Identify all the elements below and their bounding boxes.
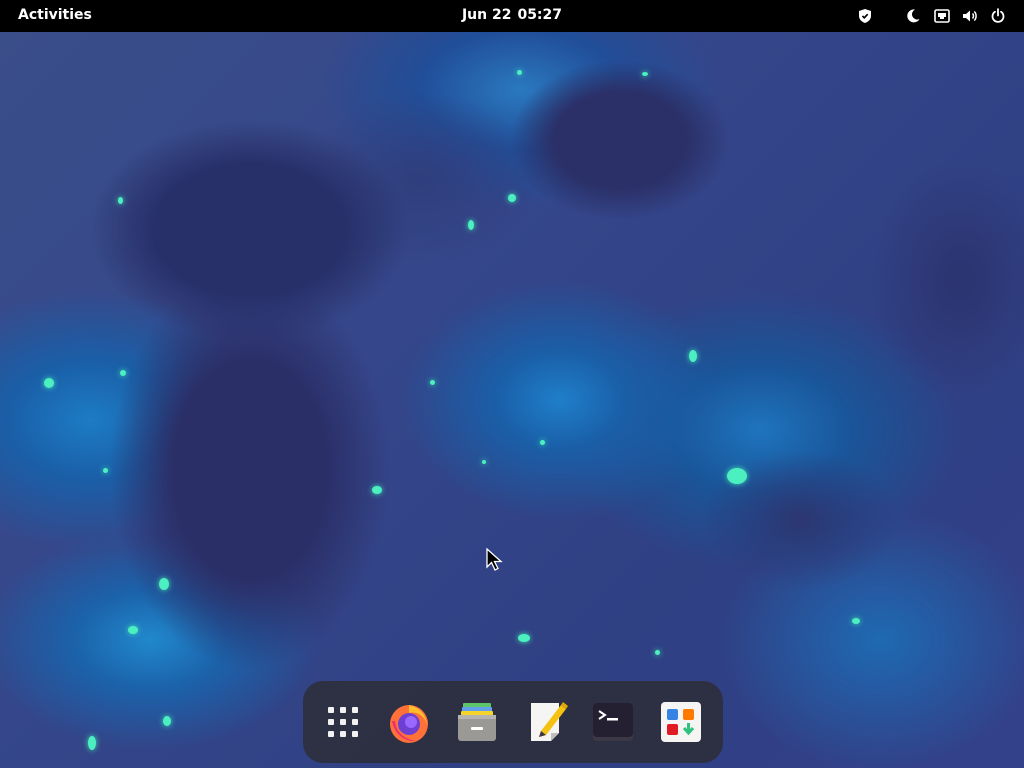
wallpaper-speck xyxy=(852,618,860,624)
text-editor-launcher[interactable] xyxy=(525,699,571,745)
files-launcher[interactable] xyxy=(454,699,500,745)
wallpaper-speck xyxy=(540,440,545,445)
firefox-icon xyxy=(390,705,428,743)
wallpaper-speck xyxy=(372,486,382,494)
wallpaper-speck xyxy=(468,220,474,230)
clock-time: 05:27 xyxy=(517,7,563,23)
wallpaper-speck xyxy=(430,380,435,385)
wallpaper-speck xyxy=(642,72,648,76)
firefox-launcher[interactable] xyxy=(386,699,432,745)
terminal-launcher[interactable] xyxy=(590,699,636,745)
wallpaper-speck xyxy=(120,370,126,376)
wallpaper-speck xyxy=(103,468,108,473)
wallpaper-speck xyxy=(508,194,516,202)
wallpaper-speck xyxy=(727,468,747,484)
file-cabinet-icon xyxy=(458,703,496,741)
wallpaper-speck xyxy=(128,626,138,634)
text-editor-icon xyxy=(531,702,568,741)
clock-date: Jun 22 xyxy=(461,7,512,23)
software-launcher[interactable] xyxy=(658,699,704,745)
desktop-wallpaper xyxy=(0,0,1024,768)
wallpaper-speck xyxy=(44,378,54,388)
wallpaper-speck xyxy=(517,70,522,75)
volume-icon[interactable] xyxy=(962,8,978,24)
dash-dock xyxy=(303,681,723,763)
wallpaper-speck xyxy=(159,578,169,590)
wallpaper-speck xyxy=(88,736,96,750)
show-apps-button[interactable] xyxy=(320,699,366,745)
power-icon[interactable] xyxy=(990,8,1006,24)
wallpaper-speck xyxy=(118,197,123,204)
wallpaper-speck xyxy=(655,650,660,655)
night-mode-icon[interactable] xyxy=(905,8,921,24)
wallpaper-speck xyxy=(518,634,530,642)
privacy-shield-icon[interactable] xyxy=(857,8,873,24)
wallpaper-speck xyxy=(689,350,697,362)
terminal-icon xyxy=(593,703,633,741)
wallpaper-speck xyxy=(163,716,171,726)
software-store-icon xyxy=(661,702,701,742)
top-bar: Activities Jun 22 05:27 xyxy=(0,0,1024,32)
app-grid-icon xyxy=(328,707,358,737)
mouse-pointer-icon xyxy=(486,548,503,571)
network-wired-icon[interactable] xyxy=(934,8,950,24)
wallpaper-speck xyxy=(482,460,486,464)
